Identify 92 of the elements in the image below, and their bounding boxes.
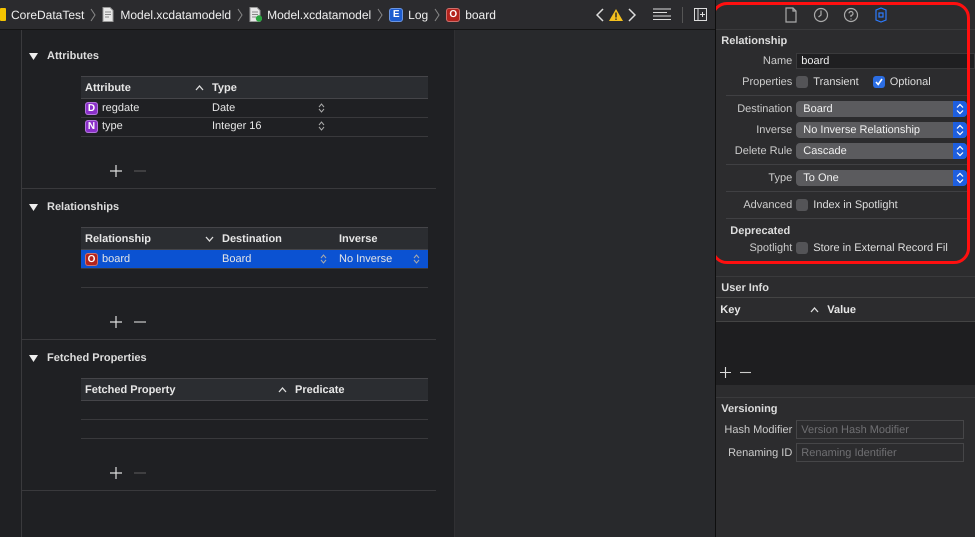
disclosure-icon[interactable] — [29, 52, 38, 60]
popup-button[interactable]: Board — [796, 100, 968, 116]
type-badge: O — [85, 252, 98, 266]
document-checked-icon — [249, 7, 262, 22]
breadcrumb-item[interactable]: CoreDataTest — [0, 8, 84, 22]
type-badge: N — [85, 120, 98, 132]
checkbox[interactable] — [796, 242, 808, 254]
entity-badge: E — [389, 8, 404, 22]
field-label: Type — [767, 172, 794, 184]
column-header[interactable]: Predicate — [295, 384, 345, 396]
add-icon[interactable] — [110, 165, 122, 177]
breadcrumb-item[interactable]: O board — [446, 8, 496, 22]
section-title: Attributes — [47, 50, 99, 62]
stepper-icon[interactable] — [953, 142, 968, 158]
subsection-title: Deprecated — [729, 224, 792, 237]
add-icon[interactable] — [110, 467, 122, 479]
add-icon[interactable] — [110, 316, 122, 328]
column-header[interactable]: Fetched Property — [85, 384, 176, 396]
lines-icon[interactable] — [653, 8, 672, 21]
breadcrumb-item[interactable]: E Log — [389, 8, 428, 22]
file-icon[interactable] — [782, 6, 799, 22]
checkbox[interactable] — [796, 76, 808, 88]
table-cell: regdate — [102, 102, 140, 114]
back-icon[interactable] — [596, 8, 604, 22]
field-label: Advanced — [742, 198, 794, 210]
table-row[interactable]: N type Integer 16 — [81, 117, 428, 135]
column-header[interactable]: Destination — [222, 232, 282, 244]
field-label: Destination — [736, 102, 794, 114]
field-label: Renaming ID — [727, 446, 794, 458]
checkbox[interactable] — [796, 198, 808, 210]
disclosure-icon[interactable] — [29, 354, 38, 362]
breadcrumb-item[interactable]: Model.xcdatamodel — [249, 7, 372, 22]
checkmark-icon — [874, 76, 884, 86]
checkbox-label[interactable]: Optional — [890, 76, 931, 88]
table-cell: Date — [212, 102, 236, 114]
sort-icon[interactable] — [195, 84, 204, 90]
forward-icon[interactable] — [628, 8, 636, 22]
section-title: Versioning — [720, 402, 779, 417]
section-title: Fetched Properties — [47, 352, 147, 364]
chevron-separator-icon — [90, 8, 96, 22]
stepper-icon[interactable] — [953, 122, 968, 138]
sort-icon[interactable] — [205, 236, 214, 242]
folder-icon — [0, 8, 6, 21]
field-label: Name — [762, 54, 794, 66]
table-row[interactable]: D regdate Date — [81, 99, 428, 117]
field-label: Hash Modifier — [723, 424, 794, 436]
stepper-icon[interactable] — [953, 100, 968, 116]
section-title: Relationship — [720, 34, 788, 49]
sort-icon[interactable] — [278, 386, 287, 392]
section-title: User Info — [720, 281, 770, 296]
document-icon — [102, 7, 116, 22]
column-header[interactable]: Value — [827, 304, 856, 316]
field-label: Properties — [741, 76, 794, 88]
sort-icon[interactable] — [810, 306, 820, 312]
column-header[interactable]: Inverse — [339, 232, 378, 244]
input-field[interactable]: Version Hash Modifier — [796, 420, 964, 439]
checkbox[interactable] — [872, 76, 885, 88]
table-cell: No Inverse — [339, 253, 392, 265]
help-icon[interactable] — [842, 6, 859, 22]
checkbox-label[interactable]: Transient — [813, 76, 859, 88]
stepper-icon[interactable] — [953, 170, 968, 186]
table-cell: Integer 16 — [212, 120, 262, 132]
type-badge: D — [85, 102, 98, 114]
popup-button[interactable]: To One — [796, 170, 968, 186]
column-header[interactable]: Attribute — [85, 82, 131, 94]
column-header[interactable]: Relationship — [85, 232, 152, 244]
checkbox-label[interactable]: Store in External Record Fil — [813, 242, 948, 254]
breadcrumb-item[interactable]: Model.xcdatamodeld — [102, 7, 232, 22]
field-label: Inverse — [755, 124, 794, 136]
add-icon[interactable] — [720, 366, 732, 378]
table-cell: board — [102, 253, 130, 265]
panel-icon[interactable] — [694, 8, 708, 21]
table-cell: Board — [222, 253, 252, 265]
section-title: Relationships — [47, 201, 120, 213]
model-icon[interactable] — [872, 6, 889, 22]
clock-icon[interactable] — [812, 6, 829, 22]
column-header[interactable]: Key — [720, 304, 740, 316]
field-label: Delete Rule — [734, 144, 794, 156]
checkbox-label[interactable]: Index in Spotlight — [813, 198, 898, 210]
column-header[interactable]: Type — [212, 82, 237, 94]
warning-icon[interactable] — [609, 8, 624, 20]
chevron-separator-icon — [377, 8, 384, 22]
entity-badge: O — [446, 8, 460, 22]
popup-button[interactable]: Cascade — [796, 142, 968, 158]
field-label: Spotlight — [748, 242, 794, 254]
table-cell: type — [102, 120, 123, 132]
name-field[interactable]: board — [796, 52, 975, 68]
disclosure-icon[interactable] — [29, 202, 38, 212]
popup-button[interactable]: No Inverse Relationship — [796, 122, 968, 138]
input-field[interactable]: Renaming Identifier — [796, 443, 964, 462]
chevron-separator-icon — [237, 8, 244, 22]
chevron-separator-icon — [434, 8, 440, 22]
